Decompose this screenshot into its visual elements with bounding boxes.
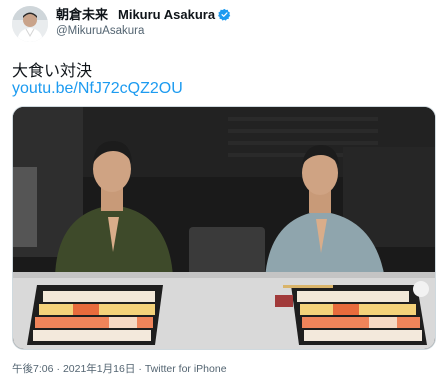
video-scene: [13, 107, 435, 349]
meta-separator-2: ·: [138, 363, 142, 375]
display-name-jp[interactable]: 朝倉未来: [56, 8, 108, 21]
tweet-link[interactable]: youtu.be/NfJ72cQZ2OU: [12, 80, 183, 98]
tweet-date[interactable]: 2021年1月16日: [63, 363, 135, 375]
tweet-source[interactable]: Twitter for iPhone: [145, 363, 227, 375]
author-names: 朝倉未来 Mikuru Asakura @MikuruAsakura: [56, 8, 231, 38]
author-handle[interactable]: @MikuruAsakura: [56, 25, 231, 38]
video-thumbnail[interactable]: [12, 106, 436, 350]
tweet-text: 大食い対決: [12, 63, 93, 80]
avatar[interactable]: [12, 6, 48, 42]
avatar-image: [12, 6, 48, 42]
tweet-card: 朝倉未来 Mikuru Asakura @MikuruAsakura 大食い対決…: [0, 0, 446, 383]
meta-separator: ·: [56, 363, 60, 375]
display-name-latin[interactable]: Mikuru Asakura: [118, 8, 215, 21]
tweet-meta: 午後7:06 · 2021年1月16日 · Twitter for iPhone: [12, 361, 227, 376]
tweet-time[interactable]: 午後7:06: [12, 363, 53, 375]
verified-badge-icon: [218, 8, 231, 21]
